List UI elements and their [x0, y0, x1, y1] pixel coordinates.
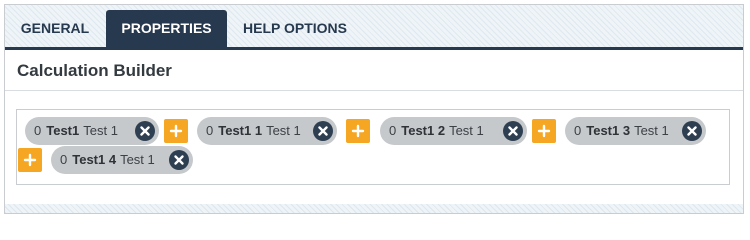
plus-icon	[351, 124, 365, 138]
remove-token-button[interactable]	[503, 121, 523, 141]
add-token-button[interactable]	[18, 148, 42, 172]
divider	[5, 90, 743, 91]
footer-strip	[5, 204, 743, 213]
properties-panel: GENERAL PROPERTIES HELP OPTIONS Calculat…	[4, 4, 744, 214]
add-token-button[interactable]	[164, 119, 188, 143]
plus-icon	[169, 124, 183, 138]
token-name: Test1 1	[218, 123, 263, 138]
calculation-token: 0 Test1 3 Test 1	[565, 117, 706, 145]
calculation-builder-title: Calculation Builder	[17, 61, 172, 80]
token-description: Test 1	[449, 123, 484, 138]
calculation-token: 0 Test1 4 Test 1	[51, 146, 193, 174]
plus-icon	[23, 153, 37, 167]
token-operator: 0	[34, 123, 42, 138]
token-description: Test 1	[120, 152, 155, 167]
close-icon	[318, 126, 328, 136]
token-name: Test1	[46, 123, 80, 138]
calculation-token: 0 Test1 1 Test 1	[197, 117, 337, 145]
remove-token-button[interactable]	[313, 121, 333, 141]
close-icon	[174, 155, 184, 165]
tab-general[interactable]: GENERAL	[5, 10, 105, 47]
close-icon	[687, 126, 697, 136]
remove-token-button[interactable]	[169, 150, 189, 170]
token-name: Test1 2	[401, 123, 446, 138]
token-description: Test 1	[634, 123, 669, 138]
close-icon	[140, 126, 150, 136]
tab-properties[interactable]: PROPERTIES	[106, 10, 227, 47]
token-operator: 0	[60, 152, 68, 167]
token-name: Test1 3	[586, 123, 631, 138]
add-token-button[interactable]	[532, 119, 556, 143]
token-description: Test 1	[83, 123, 118, 138]
token-operator: 0	[389, 123, 397, 138]
tab-bar: GENERAL PROPERTIES HELP OPTIONS	[5, 5, 743, 50]
add-token-button[interactable]	[346, 119, 370, 143]
token-name: Test1 4	[72, 152, 117, 167]
token-operator: 0	[574, 123, 582, 138]
close-icon	[508, 126, 518, 136]
remove-token-button[interactable]	[682, 121, 702, 141]
tab-help-options[interactable]: HELP OPTIONS	[227, 10, 363, 47]
calculation-token: 0 Test1 2 Test 1	[380, 117, 527, 145]
token-operator: 0	[206, 123, 214, 138]
plus-icon	[537, 124, 551, 138]
remove-token-button[interactable]	[135, 121, 155, 141]
token-description: Test 1	[266, 123, 301, 138]
calculation-token: 0 Test1 Test 1	[25, 117, 159, 145]
